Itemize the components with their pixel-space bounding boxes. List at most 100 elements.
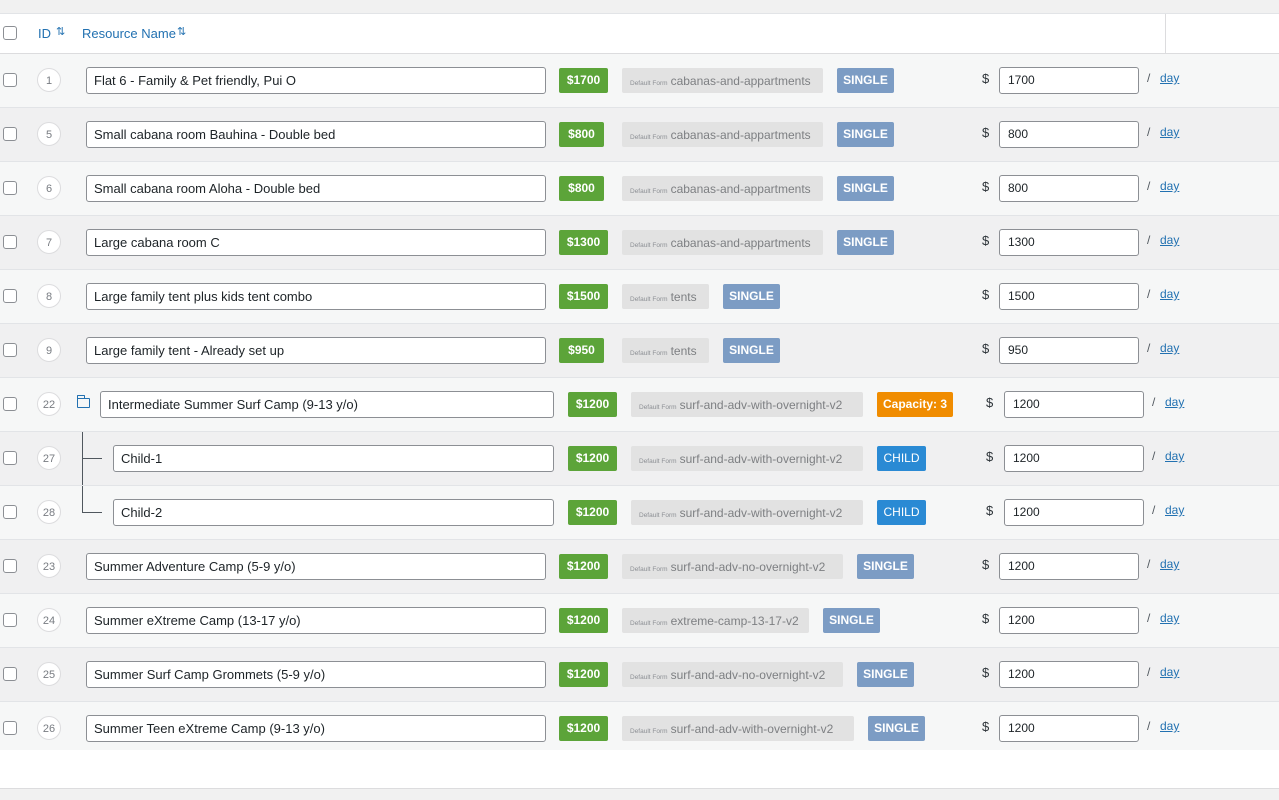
form-badge: Default Form cabanas-and-appartments	[622, 122, 823, 147]
price-amount-input[interactable]: 1200	[1004, 391, 1144, 418]
row-checkbox[interactable]	[3, 559, 17, 573]
price-badge: $1200	[559, 662, 608, 687]
resource-name-column-header[interactable]: Resource Name	[82, 26, 176, 41]
form-name: surf-and-adv-with-overnight-v2	[670, 722, 834, 736]
table-header: ID ⇅ Resource Name ⇅	[0, 14, 1279, 54]
resource-name-input[interactable]: Large cabana room C	[86, 229, 546, 256]
resource-name-input[interactable]: Small cabana room Bauhina - Double bed	[86, 121, 546, 148]
price-amount-input[interactable]: 800	[999, 175, 1139, 202]
resource-name-input[interactable]: Small cabana room Aloha - Double bed	[86, 175, 546, 202]
rate-unit-link[interactable]: day	[1165, 395, 1184, 409]
rate-separator: /	[1147, 71, 1151, 85]
form-prefix: Default Form	[630, 674, 668, 681]
currency-symbol: $	[982, 665, 990, 680]
row-checkbox[interactable]	[3, 343, 17, 357]
id-column-header[interactable]: ID	[38, 26, 51, 41]
price-amount-input[interactable]: 950	[999, 337, 1139, 364]
row-checkbox[interactable]	[3, 667, 17, 681]
row-checkbox[interactable]	[3, 505, 17, 519]
form-badge: Default Form surf-and-adv-no-overnight-v2	[622, 662, 843, 687]
resource-name-input[interactable]: Summer eXtreme Camp (13-17 y/o)	[86, 607, 546, 634]
rate-separator: /	[1147, 557, 1151, 571]
row-checkbox[interactable]	[3, 721, 17, 735]
price-amount-input[interactable]: 1200	[999, 661, 1139, 688]
price-amount-input[interactable]: 1200	[1004, 499, 1144, 526]
resource-name-input[interactable]: Child-1	[113, 445, 554, 472]
resource-id-badge: 26	[37, 716, 61, 740]
resource-id-badge: 5	[37, 122, 61, 146]
form-name: cabanas-and-appartments	[670, 236, 811, 250]
price-amount-input[interactable]: 1200	[1004, 445, 1144, 472]
price-amount-input[interactable]: 1200	[999, 715, 1139, 742]
rate-unit-link[interactable]: day	[1160, 71, 1179, 85]
rate-unit-link[interactable]: day	[1160, 665, 1179, 679]
price-badge: $1700	[559, 68, 608, 93]
row-checkbox[interactable]	[3, 127, 17, 141]
table-row: 8 Large family tent plus kids tent combo $…	[0, 270, 1279, 356]
rate-unit-link[interactable]: day	[1160, 341, 1179, 355]
resource-name-input[interactable]: Flat 6 - Family & Pet friendly, Pui O	[86, 67, 546, 94]
rate-unit-link[interactable]: day	[1160, 611, 1179, 625]
resource-name-input[interactable]: Summer Adventure Camp (5-9 y/o)	[86, 553, 546, 580]
resource-id-badge: 9	[37, 338, 61, 362]
sort-arrows-icon[interactable]: ⇅	[56, 25, 65, 38]
resource-name-input[interactable]: Summer Teen eXtreme Camp (9-13 y/o)	[86, 715, 546, 742]
currency-symbol: $	[982, 611, 990, 626]
price-amount-input[interactable]: 1200	[999, 607, 1139, 634]
table-row: 24 Summer eXtreme Camp (13-17 y/o) $1200 De…	[0, 594, 1279, 682]
folder-icon[interactable]	[76, 395, 90, 408]
currency-symbol: $	[982, 125, 990, 140]
resource-name-input[interactable]: Intermediate Summer Surf Camp (9-13 y/o)	[100, 391, 554, 418]
resource-name-input[interactable]: Large family tent - Already set up	[86, 337, 546, 364]
rate-separator: /	[1147, 287, 1151, 301]
rate-unit-link[interactable]: day	[1165, 503, 1184, 517]
price-badge: $800	[559, 176, 604, 201]
sort-arrows-icon[interactable]: ⇅	[177, 25, 186, 38]
resource-id-badge: 27	[37, 446, 61, 470]
rate-unit-link[interactable]: day	[1160, 233, 1179, 247]
rate-separator: /	[1147, 125, 1151, 139]
form-name: surf-and-adv-with-overnight-v2	[679, 506, 843, 520]
row-checkbox[interactable]	[3, 289, 17, 303]
form-name: surf-and-adv-no-overnight-v2	[670, 560, 826, 574]
row-checkbox[interactable]	[3, 451, 17, 465]
price-amount-input[interactable]: 1200	[999, 553, 1139, 580]
single-badge: SINGLE	[837, 230, 894, 255]
form-prefix: Default Form	[630, 350, 668, 357]
form-badge: Default Form surf-and-adv-with-overnight-…	[631, 392, 863, 417]
rate-unit-link[interactable]: day	[1160, 179, 1179, 193]
rate-unit-link[interactable]: day	[1165, 449, 1184, 463]
tree-connector	[82, 486, 83, 513]
tree-branch	[82, 458, 102, 459]
resource-name-input[interactable]: Large family tent plus kids tent combo	[86, 283, 546, 310]
rate-separator: /	[1147, 665, 1151, 679]
bottom-strip	[0, 789, 1279, 800]
row-checkbox[interactable]	[3, 235, 17, 249]
row-checkbox[interactable]	[3, 181, 17, 195]
form-prefix: Default Form	[630, 80, 668, 87]
rate-unit-link[interactable]: day	[1160, 557, 1179, 571]
single-badge: SINGLE	[823, 608, 880, 633]
price-amount-input[interactable]: 1500	[999, 283, 1139, 310]
resource-id-badge: 28	[37, 500, 61, 524]
row-checkbox[interactable]	[3, 73, 17, 87]
form-prefix: Default Form	[639, 458, 677, 465]
resource-name-input[interactable]: Summer Surf Camp Grommets (5-9 y/o)	[86, 661, 546, 688]
select-all-checkbox[interactable]	[3, 26, 17, 40]
price-amount-input[interactable]: 1300	[999, 229, 1139, 256]
rate-unit-link[interactable]: day	[1160, 125, 1179, 139]
form-prefix: Default Form	[630, 566, 668, 573]
rate-separator: /	[1147, 341, 1151, 355]
rate-unit-link[interactable]: day	[1160, 287, 1179, 301]
currency-symbol: $	[982, 233, 990, 248]
tree-branch	[82, 512, 102, 513]
rate-unit-link[interactable]: day	[1160, 719, 1179, 733]
price-amount-input[interactable]: 800	[999, 121, 1139, 148]
form-badge: Default Form extreme-camp-13-17-v2	[622, 608, 809, 633]
row-checkbox[interactable]	[3, 397, 17, 411]
price-amount-input[interactable]: 1700	[999, 67, 1139, 94]
form-prefix: Default Form	[630, 188, 668, 195]
resource-id-badge: 8	[37, 284, 61, 308]
resource-name-input[interactable]: Child-2	[113, 499, 554, 526]
row-checkbox[interactable]	[3, 613, 17, 627]
